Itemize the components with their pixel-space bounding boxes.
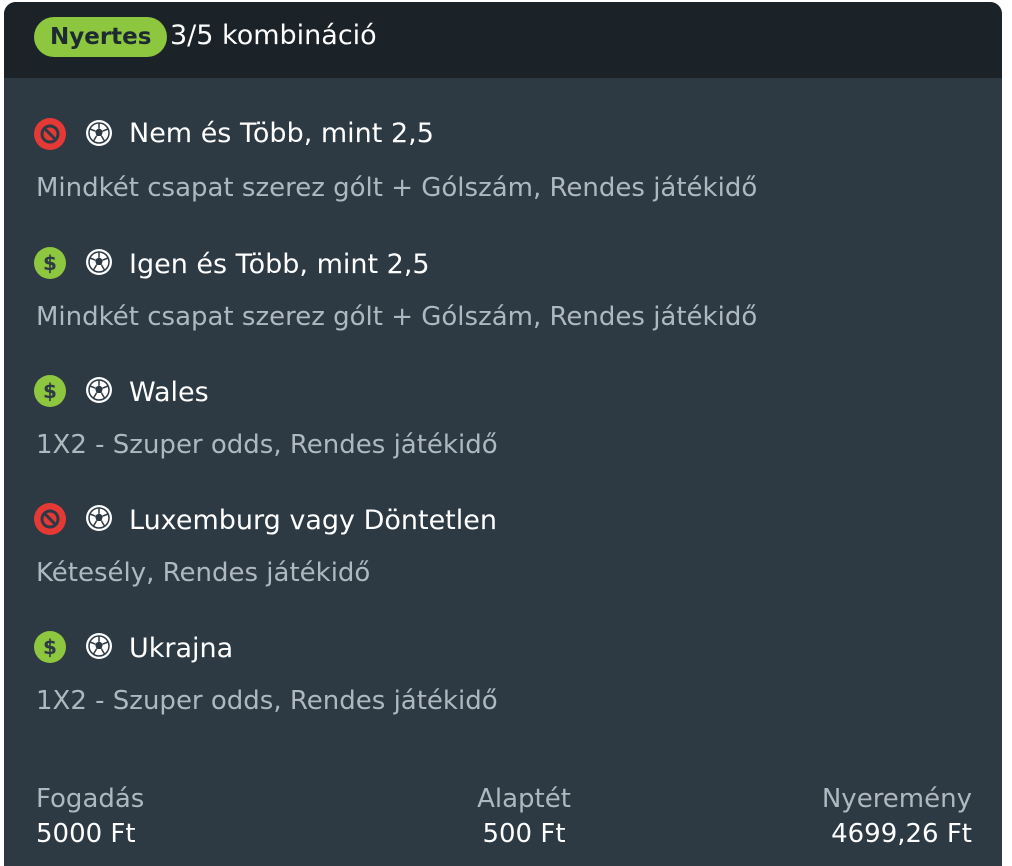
soccer-ball-icon: [84, 118, 114, 148]
selection-item: $ Igen és Több, mint 2,5 Mindkét csapat …: [4, 245, 1002, 355]
selection-title: Luxemburg vagy Döntetlen: [129, 505, 497, 536]
lost-icon: [34, 503, 66, 535]
selection-subtitle: Mindkét csapat szerez gólt + Gólszám, Re…: [36, 302, 758, 332]
result-badge: Nyertes: [34, 17, 168, 57]
selection-title: Wales: [129, 377, 209, 408]
stake-value: 5000 Ft: [36, 819, 136, 849]
soccer-ball-icon: [84, 247, 114, 277]
winnings-label: Nyeremény: [821, 784, 972, 814]
selection-subtitle: 1X2 - Szuper odds, Rendes játékidő: [36, 686, 498, 716]
dollar-icon: $: [34, 375, 66, 407]
lost-icon: [34, 118, 66, 150]
selection-subtitle: 1X2 - Szuper odds, Rendes játékidő: [36, 430, 498, 460]
selection-item: Nem és Több, mint 2,5 Mindkét csapat sze…: [4, 116, 1002, 226]
dollar-icon: $: [34, 247, 66, 279]
svg-text:$: $: [43, 251, 57, 275]
base-stake-label: Alaptét: [477, 784, 571, 814]
selection-subtitle: Mindkét csapat szerez gólt + Gólszám, Re…: [36, 173, 758, 203]
selection-subtitle: Kétesély, Rendes játékidő: [36, 558, 371, 588]
base-stake-value: 500 Ft: [482, 819, 566, 849]
winnings-summary: Nyeremény 4699,26 Ft: [822, 782, 972, 852]
svg-text:$: $: [43, 635, 57, 659]
bet-header: Nyertes 3/5 kombináció: [4, 2, 1002, 78]
selection-item: Luxemburg vagy Döntetlen Kétesély, Rende…: [4, 501, 1002, 611]
soccer-ball-icon: [84, 503, 114, 533]
stake-summary: Fogadás 5000 Ft: [36, 782, 144, 852]
bet-type-title: 3/5 kombináció: [170, 20, 377, 51]
selection-item: $ Wales 1X2 - Szuper odds, Rendes játéki…: [4, 373, 1002, 483]
soccer-ball-icon: [84, 375, 114, 405]
selection-title: Igen és Több, mint 2,5: [129, 249, 430, 280]
selection-title: Nem és Több, mint 2,5: [129, 118, 434, 149]
dollar-icon: $: [34, 631, 66, 663]
bet-card: Nyertes 3/5 kombináció Nem és Több, mint…: [4, 2, 1002, 866]
winnings-value: 4699,26 Ft: [831, 819, 972, 849]
stake-label: Fogadás: [36, 784, 145, 814]
soccer-ball-icon: [84, 631, 114, 661]
svg-text:$: $: [43, 379, 57, 403]
selection-title: Ukrajna: [129, 633, 234, 664]
base-stake-summary: Alaptét 500 Ft: [404, 782, 644, 852]
selection-item: $ Ukrajna 1X2 - Szuper odds, Rendes játé…: [4, 629, 1002, 739]
